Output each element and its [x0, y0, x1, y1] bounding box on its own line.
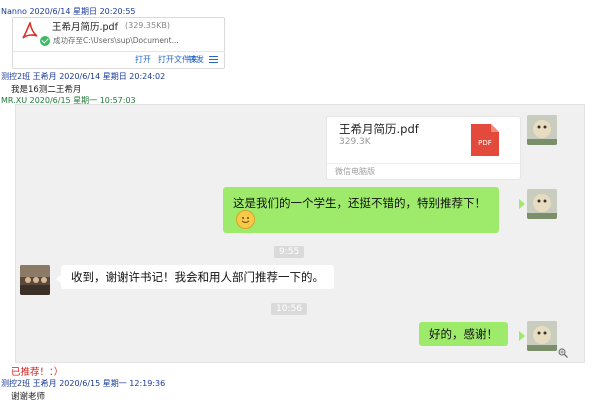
- document-name: 王希月简历.pdf: [339, 122, 419, 136]
- timestamp: 2020/6/14 星期日 20:20:55: [29, 7, 136, 16]
- file-size: (329.35KB): [125, 21, 170, 30]
- bubble-tail: [519, 199, 525, 209]
- chat-time: 9:55: [274, 246, 305, 258]
- smile-emoji-icon: [236, 210, 255, 229]
- sender-name: 测控2班 王希月: [1, 72, 57, 81]
- sender-name: 测控2班 王希月: [1, 379, 57, 388]
- avatar[interactable]: [527, 115, 557, 145]
- document-source: 微信电脑版: [335, 167, 375, 176]
- message-header-2: 测控2班 王希月 2020/6/14 星期日 20:24:02: [1, 71, 165, 82]
- avatar[interactable]: [20, 265, 50, 295]
- timestamp: 2020/6/15 星期一 12:19:36: [59, 379, 166, 388]
- bubble-text: 好的，感谢！: [429, 327, 498, 341]
- avatar[interactable]: [527, 321, 557, 351]
- divider: [327, 163, 519, 164]
- message-header-5: 测控2班 王希月 2020/6/15 星期一 12:19:36: [1, 378, 165, 389]
- pdf-file-label: PDF: [478, 139, 492, 147]
- document-size: 329.3K: [339, 137, 371, 147]
- message-header-1: Nanno 2020/6/14 星期日 20:20:55: [1, 6, 136, 17]
- message-text: 已推荐！：）: [11, 367, 64, 378]
- sender-name: Nanno: [1, 7, 27, 16]
- chat-bubble-sent: 好的，感谢！: [419, 322, 508, 346]
- success-check-icon: [40, 36, 50, 46]
- pdf-file-icon: PDF: [471, 124, 499, 156]
- save-status: 成功存至C:\Users\sup\Document...: [53, 36, 179, 45]
- forward-link[interactable]: 转发: [188, 54, 204, 65]
- zoom-icon[interactable]: [558, 348, 568, 358]
- message-text: 谢谢老师: [11, 392, 46, 402]
- file-name: 王希月简历.pdf: [52, 22, 118, 33]
- message-text: 我是16测二王希月: [11, 85, 82, 95]
- chat-bubble-sent: 这是我们的一个学生，还挺不错的，特别推荐下！: [223, 187, 499, 233]
- timestamp: 2020/6/14 星期日 20:24:02: [59, 72, 166, 81]
- bubble-text: 收到，谢谢许书记！我会和用人部门推荐一下的。: [71, 270, 324, 284]
- avatar[interactable]: [527, 189, 557, 219]
- open-file-link[interactable]: 打开: [135, 54, 151, 65]
- bubble-text: 这是我们的一个学生，还挺不错的，特别推荐下！: [233, 196, 486, 210]
- bubble-tail: [519, 331, 525, 341]
- chat-bubble-received: 收到，谢谢许书记！我会和用人部门推荐一下的。: [61, 265, 334, 289]
- chat-time: 10:56: [271, 303, 307, 315]
- menu-icon[interactable]: [209, 56, 218, 63]
- divider: [12, 51, 225, 52]
- pdf-icon: [22, 22, 38, 39]
